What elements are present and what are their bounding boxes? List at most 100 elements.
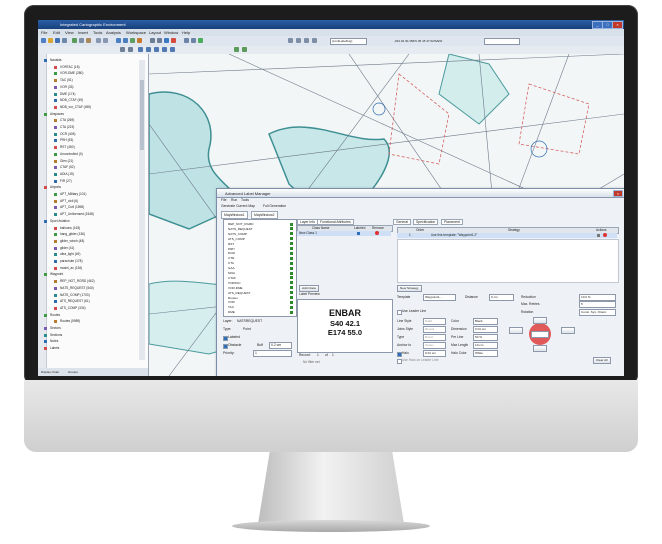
check-icon[interactable] [290, 251, 293, 255]
refresh-icon[interactable] [198, 38, 203, 43]
tab-groups[interactable]: Groups [68, 370, 78, 374]
layer-item[interactable]: OCR (405) [54, 132, 75, 136]
tab-mapwindow1[interactable]: MapWindow1 [221, 211, 248, 219]
pos-bottom-button[interactable] [533, 345, 547, 352]
rotation-select[interactable]: Const. Sys. Orient. [579, 309, 616, 316]
class-grid-row[interactable]: New Class 1 [297, 231, 391, 236]
dialog-close-button[interactable]: × [613, 190, 623, 197]
check-icon[interactable] [290, 300, 293, 304]
vertex-icon[interactable] [304, 38, 309, 43]
layer-item[interactable]: FIR (27) [54, 179, 72, 183]
priority-field[interactable]: 1 [253, 350, 292, 357]
layer-item[interactable]: PRH (53) [54, 138, 73, 143]
tab-mapwindow2[interactable]: MapWindow2 [251, 211, 278, 219]
distance-field[interactable]: 0 cm [489, 294, 514, 301]
layer-selector[interactable]: (LimitLabelling) [330, 38, 367, 45]
delete-strategy-icon[interactable] [603, 233, 607, 237]
class-list-item[interactable]: TAC [228, 305, 293, 309]
layer-item[interactable]: TAC (51) [54, 78, 73, 83]
pos-top-button[interactable] [533, 317, 547, 324]
check-icon[interactable] [290, 276, 293, 280]
check-icon[interactable] [290, 237, 293, 241]
open-icon[interactable] [48, 38, 53, 43]
menu-view[interactable]: View [65, 30, 74, 35]
dialog-menu-file[interactable]: File [221, 198, 226, 202]
clear-all-button[interactable]: Clear All [593, 357, 611, 364]
check-icon[interactable] [290, 286, 293, 290]
layer-item[interactable]: Glen (21) [54, 159, 73, 163]
dialog-menu-run[interactable]: Run [231, 198, 237, 202]
class-list-item[interactable]: MOA [228, 271, 293, 275]
layer-group[interactable]: Navaids [44, 58, 62, 62]
reduction-field[interactable]: 10.0 % [579, 294, 616, 301]
pos-right-button[interactable] [561, 327, 575, 334]
menu-help[interactable]: Help [182, 30, 190, 35]
snap-icon[interactable] [312, 38, 317, 43]
tab-placement[interactable]: Placement [441, 219, 464, 225]
select-icon[interactable] [150, 38, 155, 43]
layer-group[interactable]: Airspaces [44, 112, 64, 116]
text-icon[interactable] [162, 47, 167, 52]
check-icon[interactable] [290, 281, 293, 285]
tab-specification[interactable]: Specification [413, 219, 439, 225]
polygon-icon[interactable] [170, 47, 175, 52]
halo-field[interactable]: 0.01 cm [423, 350, 446, 357]
redo-icon[interactable] [103, 38, 108, 43]
class-list-item[interactable]: VOR-DME [228, 286, 293, 290]
layer-group[interactable]: Routes [44, 313, 60, 317]
close-x-icon[interactable] [120, 47, 125, 52]
add-class-button[interactable]: Add Class [299, 285, 320, 292]
pointer-icon[interactable] [288, 38, 293, 43]
menu-layout[interactable]: Layout [149, 30, 161, 35]
check-icon[interactable] [290, 266, 293, 270]
dialog-menu-tools[interactable]: Tools [241, 198, 249, 202]
strategy-row[interactable]: 1 Use this template: "Waypoint1.2" [397, 233, 617, 238]
new-icon[interactable] [41, 38, 46, 43]
layer-item[interactable]: model_av (136) [54, 266, 82, 270]
layer-item[interactable]: CTAF (52) [54, 165, 75, 170]
cut-icon[interactable] [72, 38, 77, 43]
class-list-item[interactable]: CTAF [228, 276, 293, 280]
max-length-field[interactable]: 10 cm [473, 342, 498, 349]
remove-icon[interactable] [375, 231, 379, 235]
paste-icon[interactable] [86, 38, 91, 43]
tab-display-order[interactable]: Display Order [41, 370, 59, 374]
route-icon[interactable] [146, 47, 151, 52]
class-list-item[interactable]: PRH [228, 247, 293, 251]
undo-icon[interactable] [96, 38, 101, 43]
class-list-item[interactable]: VOR [228, 300, 293, 304]
layer-item[interactable]: REP_NOT_RGRD (462) [54, 279, 95, 284]
extent-icon[interactable] [137, 38, 142, 43]
class-list-item[interactable]: RST [228, 242, 293, 246]
edit-icon[interactable] [296, 38, 301, 43]
max-retries-field[interactable]: 5 [579, 301, 616, 308]
class-list-item[interactable]: DGR [228, 251, 293, 255]
labeled-check-icon[interactable] [357, 232, 360, 235]
dimension-field[interactable]: 0.01 cm [473, 326, 498, 333]
menu-edit[interactable]: Edit [53, 30, 60, 35]
menu-insert[interactable]: Insert [78, 30, 88, 35]
layer-item[interactable]: RST (450) [54, 145, 75, 150]
class-list-item[interactable]: GAA [228, 266, 293, 270]
layer-item[interactable]: Routes (5989) [54, 319, 80, 324]
layer-group[interactable]: Airports [44, 185, 61, 190]
check-icon[interactable] [290, 261, 293, 265]
check-icon[interactable] [290, 256, 293, 260]
line-style-select[interactable]: Solid [423, 318, 446, 325]
identify-icon[interactable] [157, 38, 162, 43]
pos-left-button[interactable] [509, 327, 523, 334]
check-icon[interactable] [290, 296, 293, 299]
layer-item[interactable]: VORTAC (18) [54, 65, 80, 69]
pan-icon[interactable] [130, 38, 135, 43]
zoom-in-icon[interactable] [116, 38, 121, 43]
layer-item[interactable]: glider_winch (48) [54, 239, 84, 243]
halo-color-select[interactable]: White [473, 350, 498, 357]
check-icon[interactable] [290, 310, 293, 314]
class-list-item[interactable]: CTA [228, 261, 293, 265]
layer-group[interactable]: Labels [44, 346, 59, 351]
joins-style-select[interactable]: Round [423, 326, 446, 333]
layer-group[interactable]: Notes [44, 339, 58, 344]
layer-item[interactable]: balloons (163) [54, 226, 80, 230]
new-strategy-button[interactable]: New Strategy [397, 285, 422, 292]
layers-icon[interactable] [191, 38, 196, 43]
